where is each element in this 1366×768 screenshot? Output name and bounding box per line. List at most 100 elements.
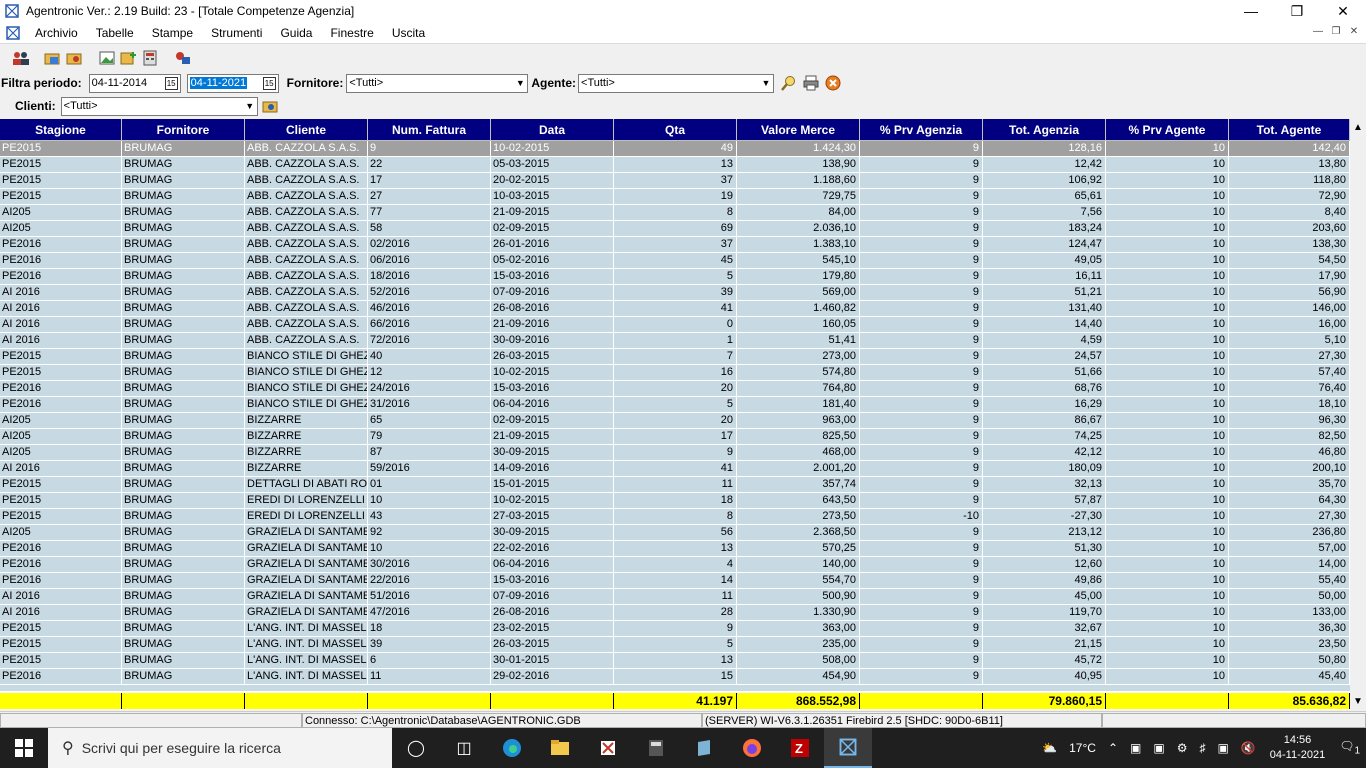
folder-button[interactable] xyxy=(42,47,64,69)
agentronic-taskbar-button[interactable] xyxy=(824,728,872,768)
clock[interactable]: 14:56 04-11-2021 xyxy=(1270,733,1325,763)
date-to-field[interactable]: 04-11-2021 15 xyxy=(186,73,279,93)
menu-finestre[interactable]: Finestre xyxy=(321,26,382,40)
minimize-button[interactable]: — xyxy=(1228,0,1274,22)
calculator-button[interactable] xyxy=(632,728,680,768)
table-row[interactable]: PE2016 BRUMAG GRAZIELA DI SANTAME 10 22-02-2… xyxy=(0,541,1350,557)
cancel-button[interactable] xyxy=(822,72,844,94)
table-row[interactable]: AI 2016 BRUMAG ABB. CAZZOLA S.A.S. 52/2016 0… xyxy=(0,285,1350,301)
column-header[interactable]: Data xyxy=(491,119,614,141)
task-view-button[interactable]: ◫ xyxy=(440,728,488,768)
volume-muted-icon[interactable]: 🔇 xyxy=(1241,741,1256,755)
menu-uscita[interactable]: Uscita xyxy=(383,26,434,40)
edge-button[interactable] xyxy=(488,728,536,768)
clienti-lookup-button[interactable] xyxy=(260,95,282,117)
table-row[interactable]: PE2015 BRUMAG L'ANG. INT. DI MASSELI 18 23-0… xyxy=(0,621,1350,637)
table-row[interactable]: PE2015 BRUMAG ABB. CAZZOLA S.A.S. 22 05-03-2… xyxy=(0,157,1350,173)
scroll-down-icon[interactable]: ▼ xyxy=(1353,696,1363,707)
table-row[interactable]: PE2015 BRUMAG L'ANG. INT. DI MASSELI 6 30-01… xyxy=(0,653,1350,669)
table-row[interactable]: AI205 BRUMAG ABB. CAZZOLA S.A.S. 77 21-09-20… xyxy=(0,205,1350,221)
column-header[interactable]: Stagione xyxy=(0,119,122,141)
temperature[interactable]: 17°C xyxy=(1069,741,1096,755)
table-row[interactable]: AI 2016 BRUMAG ABB. CAZZOLA S.A.S. 72/2016 3… xyxy=(0,333,1350,349)
calculator-button[interactable] xyxy=(140,47,162,69)
export-button[interactable] xyxy=(172,47,194,69)
column-header[interactable]: Qta xyxy=(614,119,737,141)
table-row[interactable]: AI205 BRUMAG ABB. CAZZOLA S.A.S. 58 02-09-20… xyxy=(0,221,1350,237)
table-row[interactable]: PE2015 BRUMAG ABB. CAZZOLA S.A.S. 9 10-02-20… xyxy=(0,141,1350,157)
column-header[interactable]: Cliente xyxy=(245,119,368,141)
column-header[interactable]: Tot. Agenzia xyxy=(983,119,1106,141)
notes-button[interactable] xyxy=(680,728,728,768)
users-button[interactable] xyxy=(10,47,32,69)
table-row[interactable]: AI205 BRUMAG BIZZARRE 87 30-09-2015 9 468,00 9 4… xyxy=(0,445,1350,461)
table-row[interactable]: PE2015 BRUMAG EREDI DI LORENZELLI . 10 10-02… xyxy=(0,493,1350,509)
table-row[interactable]: AI205 BRUMAG GRAZIELA DI SANTAME 92 30-09-20… xyxy=(0,525,1350,541)
table-row[interactable]: PE2015 BRUMAG DETTAGLI DI ABATI RO 01 15-01-… xyxy=(0,477,1350,493)
table-row[interactable]: PE2016 BRUMAG GRAZIELA DI SANTAME 30/2016 06… xyxy=(0,557,1350,573)
vertical-scrollbar[interactable]: ▲ ▼ xyxy=(1350,119,1366,710)
menu-guida[interactable]: Guida xyxy=(271,26,321,40)
table-row[interactable]: PE2015 BRUMAG BIANCO STILE DI GHEZ 12 10-02-… xyxy=(0,365,1350,381)
table-row[interactable]: PE2016 BRUMAG GRAZIELA DI SANTAME 22/2016 15… xyxy=(0,573,1350,589)
add-button[interactable] xyxy=(118,47,140,69)
filezilla-button[interactable]: Z xyxy=(776,728,824,768)
network-icon[interactable]: ▣ xyxy=(1217,741,1228,755)
start-button[interactable] xyxy=(0,728,48,768)
close-button[interactable]: ✕ xyxy=(1320,0,1366,22)
calendar-icon[interactable]: 15 xyxy=(262,76,276,90)
table-row[interactable]: PE2015 BRUMAG ABB. CAZZOLA S.A.S. 17 20-02-2… xyxy=(0,173,1350,189)
chevron-down-icon[interactable]: ▼ xyxy=(759,75,773,92)
maximize-button[interactable]: ❐ xyxy=(1274,0,1320,22)
weather-icon[interactable]: ⛅ xyxy=(1042,741,1057,755)
image-button[interactable] xyxy=(96,47,118,69)
taskbar-search[interactable]: ⚲ Scrivi qui per eseguire la ricerca xyxy=(48,728,392,768)
mdi-restore-button[interactable]: ❐ xyxy=(1328,24,1344,38)
column-header[interactable]: Tot. Agente xyxy=(1229,119,1350,141)
table-row[interactable]: AI 2016 BRUMAG GRAZIELA DI SANTAME 47/2016 2… xyxy=(0,605,1350,621)
column-header[interactable]: % Prv Agente xyxy=(1106,119,1229,141)
table-row[interactable]: AI205 BRUMAG BIZZARRE 79 21-09-2015 17 825,50 9… xyxy=(0,429,1350,445)
menu-archivio[interactable]: Archivio xyxy=(26,26,87,40)
grid-body[interactable]: PE2015 BRUMAG ABB. CAZZOLA S.A.S. 9 10-02-20… xyxy=(0,141,1350,691)
agents-button[interactable] xyxy=(64,47,86,69)
chevron-up-icon[interactable]: ⌃ xyxy=(1108,741,1118,755)
table-row[interactable]: PE2015 BRUMAG EREDI DI LORENZELLI . 43 27-03… xyxy=(0,509,1350,525)
table-row[interactable]: AI205 BRUMAG BIZZARRE 65 02-09-2015 20 963,00 9… xyxy=(0,413,1350,429)
table-row[interactable]: AI 2016 BRUMAG BIZZARRE 59/2016 14-09-2016 41… xyxy=(0,461,1350,477)
agente-select[interactable]: <Tutti> ▼ xyxy=(578,73,775,93)
column-header[interactable]: Valore Merce xyxy=(737,119,860,141)
table-row[interactable]: PE2015 BRUMAG L'ANG. INT. DI MASSELI 39 26-0… xyxy=(0,637,1350,653)
app-tools-button[interactable] xyxy=(584,728,632,768)
menu-tabelle[interactable]: Tabelle xyxy=(87,26,143,40)
mdi-minimize-button[interactable]: — xyxy=(1310,24,1326,38)
explorer-button[interactable] xyxy=(536,728,584,768)
column-header[interactable]: Num. Fattura xyxy=(368,119,491,141)
antivirus-icon[interactable]: ▣ xyxy=(1130,741,1141,755)
column-header[interactable]: Fornitore xyxy=(122,119,245,141)
firefox-button[interactable] xyxy=(728,728,776,768)
table-row[interactable]: AI 2016 BRUMAG ABB. CAZZOLA S.A.S. 46/2016 2… xyxy=(0,301,1350,317)
table-row[interactable]: PE2015 BRUMAG BIANCO STILE DI GHEZ 40 26-03-… xyxy=(0,349,1350,365)
table-row[interactable]: AI 2016 BRUMAG ABB. CAZZOLA S.A.S. 66/2016 2… xyxy=(0,317,1350,333)
scroll-up-icon[interactable]: ▲ xyxy=(1353,122,1363,133)
table-row[interactable]: PE2016 BRUMAG BIANCO STILE DI GHEZ 24/2016 1… xyxy=(0,381,1350,397)
cortana-button[interactable]: ◯ xyxy=(392,728,440,768)
chevron-down-icon[interactable]: ▼ xyxy=(513,75,527,92)
clienti-select[interactable]: <Tutti> ▼ xyxy=(60,96,258,116)
search-button[interactable] xyxy=(778,72,800,94)
table-row[interactable]: PE2016 BRUMAG ABB. CAZZOLA S.A.S. 06/2016 05… xyxy=(0,253,1350,269)
usb-icon[interactable]: ⚙ xyxy=(1177,741,1188,755)
column-header[interactable]: % Prv Agenzia xyxy=(860,119,983,141)
date-from-field[interactable]: 04-11-2014 15 xyxy=(88,73,181,93)
print-button[interactable] xyxy=(800,72,822,94)
table-row[interactable]: PE2016 BRUMAG BIANCO STILE DI GHEZ 31/2016 0… xyxy=(0,397,1350,413)
bluetooth-icon[interactable]: ♯ xyxy=(1199,741,1205,755)
data-grid[interactable]: Stagione Fornitore Cliente Num. Fattura Data… xyxy=(0,119,1366,710)
menu-strumenti[interactable]: Strumenti xyxy=(202,26,271,40)
table-row[interactable]: PE2016 BRUMAG ABB. CAZZOLA S.A.S. 02/2016 26… xyxy=(0,237,1350,253)
fornitore-select[interactable]: <Tutti> ▼ xyxy=(346,73,529,93)
table-row[interactable]: PE2015 BRUMAG ABB. CAZZOLA S.A.S. 27 10-03-2… xyxy=(0,189,1350,205)
table-row[interactable]: PE2016 BRUMAG L'ANG. INT. DI MASSELI 11 29-0… xyxy=(0,669,1350,685)
calendar-icon[interactable]: 15 xyxy=(164,76,178,90)
